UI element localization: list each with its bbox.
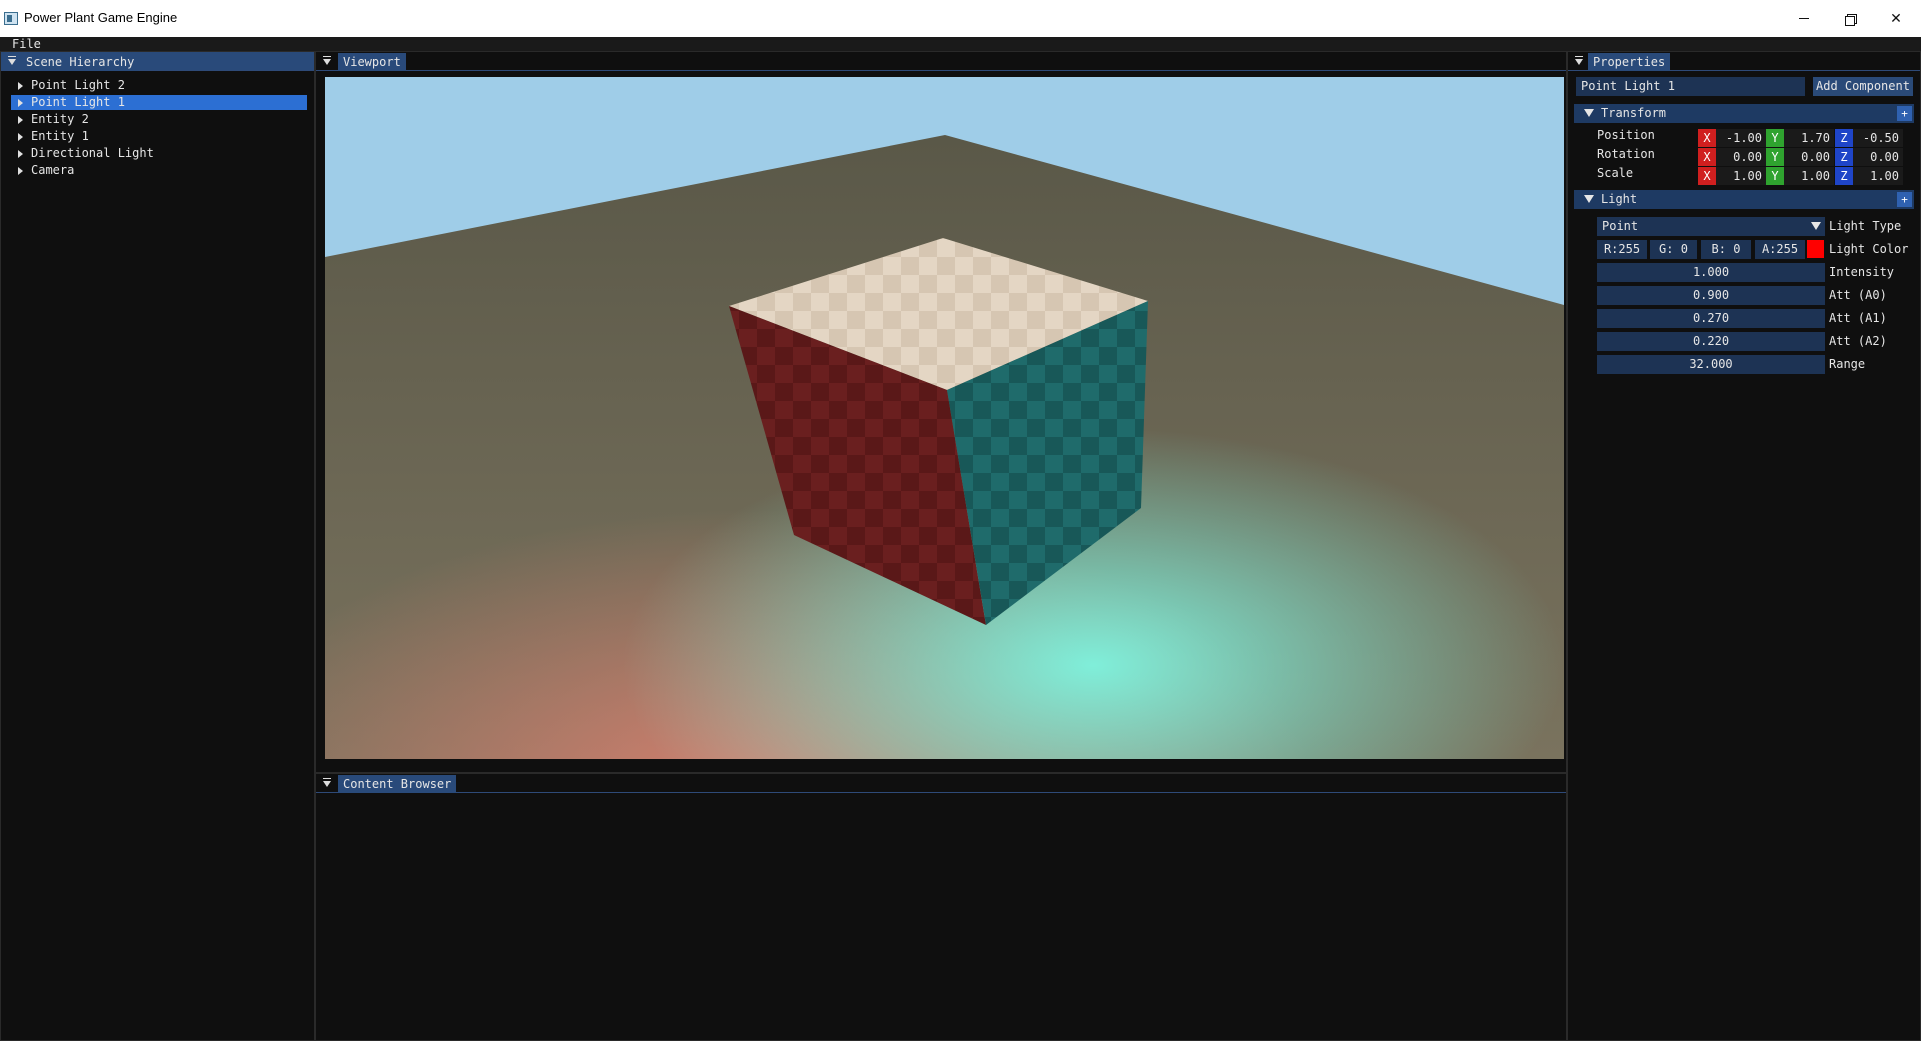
menu-file[interactable]: File [12, 37, 41, 51]
window-title: Power Plant Game Engine [24, 10, 178, 25]
tree-item-label: Camera [31, 163, 75, 177]
z-axis-badge: Z [1835, 129, 1853, 147]
tree-item-label: Point Light 2 [31, 78, 125, 92]
y-axis-badge: Y [1766, 129, 1784, 147]
collapse-icon[interactable] [322, 778, 332, 789]
att-a2-field[interactable]: 0.220 [1597, 332, 1825, 351]
x-axis-badge: X [1698, 129, 1716, 147]
light-title: Light [1601, 192, 1638, 206]
expand-arrow-icon[interactable] [18, 82, 23, 90]
minimize-button[interactable] [1781, 0, 1827, 37]
range-field[interactable]: 32.000 [1597, 355, 1825, 374]
att-a1-field[interactable]: 0.270 [1597, 309, 1825, 328]
rotation-label: Rotation [1597, 147, 1655, 161]
tree-item-label: Directional Light [31, 146, 154, 160]
position-label: Position [1597, 128, 1655, 142]
viewport-panel: Viewport [315, 51, 1567, 773]
rotation-y-field[interactable]: 0.00 [1784, 148, 1834, 166]
collapse-triangle-icon[interactable] [1584, 195, 1594, 203]
content-browser-header: Content Browser [316, 774, 1566, 793]
tree-item-entity-2[interactable]: Entity 2 [11, 112, 307, 127]
light-plus-button[interactable]: + [1897, 192, 1912, 207]
light-color-label: Light Color [1829, 242, 1909, 256]
tab-scene-hierarchy[interactable]: Scene Hierarchy [21, 53, 140, 71]
content-browser-panel: Content Browser [315, 773, 1567, 1041]
scene-hierarchy-header: Scene Hierarchy [1, 52, 314, 71]
app-icon [4, 12, 18, 25]
expand-arrow-icon[interactable] [18, 116, 23, 124]
att-a0-field[interactable]: 0.900 [1597, 286, 1825, 305]
transform-title: Transform [1601, 106, 1667, 120]
range-label: Range [1829, 357, 1866, 371]
tree-item-label: Point Light 1 [31, 95, 125, 109]
scale-y-field[interactable]: 1.00 [1784, 167, 1834, 185]
menu-bar: File [0, 37, 1921, 51]
tree-item-label: Entity 1 [31, 129, 89, 143]
tab-properties[interactable]: Properties [1588, 53, 1671, 71]
collapse-triangle-icon[interactable] [1584, 109, 1594, 117]
light-color-r-field[interactable]: R:255 [1597, 240, 1647, 259]
expand-arrow-icon[interactable] [18, 167, 23, 175]
transform-section-header[interactable]: Transform + [1574, 104, 1914, 123]
z-axis-badge: Z [1835, 167, 1853, 185]
position-y-field[interactable]: 1.70 [1784, 129, 1834, 147]
tab-content-browser[interactable]: Content Browser [338, 775, 457, 793]
position-z-field[interactable]: -0.50 [1853, 129, 1903, 147]
tree-item-entity-1[interactable]: Entity 1 [11, 129, 307, 144]
rotation-x-field[interactable]: 0.00 [1716, 148, 1766, 166]
expand-arrow-icon[interactable] [18, 150, 23, 158]
x-axis-badge: X [1698, 148, 1716, 166]
close-button[interactable]: ✕ [1873, 0, 1919, 37]
scale-x-field[interactable]: 1.00 [1716, 167, 1766, 185]
chevron-down-icon[interactable] [1808, 217, 1825, 236]
tab-viewport[interactable]: Viewport [338, 53, 406, 71]
collapse-icon[interactable] [7, 56, 17, 67]
intensity-label: Intensity [1829, 265, 1895, 279]
minimize-icon [1799, 18, 1809, 19]
x-axis-badge: X [1698, 167, 1716, 185]
tree-item-point-light-1[interactable]: Point Light 1 [11, 95, 307, 110]
z-axis-badge: Z [1835, 148, 1853, 166]
collapse-icon[interactable] [1574, 56, 1584, 67]
collapse-icon[interactable] [322, 56, 332, 67]
light-color-b-field[interactable]: B: 0 [1701, 240, 1751, 259]
restore-icon [1845, 13, 1857, 26]
transform-plus-button[interactable]: + [1897, 106, 1912, 121]
light-type-label: Light Type [1829, 219, 1902, 233]
title-bar: Power Plant Game Engine ✕ [0, 0, 1921, 37]
light-color-swatch[interactable] [1807, 240, 1824, 258]
add-component-button[interactable]: Add Component [1813, 77, 1913, 96]
scene-hierarchy-panel: Scene Hierarchy Point Light 2 Point Ligh… [0, 51, 315, 1041]
tree-item-point-light-2[interactable]: Point Light 2 [11, 78, 307, 93]
tree-item-directional-light[interactable]: Directional Light [11, 146, 307, 161]
att-a1-label: Att (A1) [1829, 311, 1887, 325]
position-x-field[interactable]: -1.00 [1716, 129, 1766, 147]
tree-item-label: Entity 2 [31, 112, 89, 126]
viewport-header: Viewport [316, 52, 1566, 71]
light-type-select[interactable]: Point [1597, 217, 1808, 236]
close-icon: ✕ [1890, 10, 1902, 27]
light-color-g-field[interactable]: G: 0 [1650, 240, 1697, 259]
expand-arrow-icon[interactable] [18, 133, 23, 141]
restore-button[interactable] [1827, 0, 1873, 37]
viewport-scene[interactable] [325, 77, 1564, 759]
y-axis-badge: Y [1766, 167, 1784, 185]
intensity-field[interactable]: 1.000 [1597, 263, 1825, 282]
expand-arrow-icon[interactable] [18, 99, 23, 107]
y-axis-badge: Y [1766, 148, 1784, 166]
tree-item-camera[interactable]: Camera [11, 163, 307, 178]
light-section-header[interactable]: Light + [1574, 190, 1914, 209]
scale-z-field[interactable]: 1.00 [1853, 167, 1903, 185]
scale-label: Scale [1597, 166, 1634, 180]
rotation-z-field[interactable]: 0.00 [1853, 148, 1903, 166]
att-a2-label: Att (A2) [1829, 334, 1887, 348]
properties-header: Properties [1568, 52, 1920, 71]
light-color-a-field[interactable]: A:255 [1755, 240, 1805, 259]
entity-name-field[interactable]: Point Light 1 [1576, 77, 1805, 96]
att-a0-label: Att (A0) [1829, 288, 1887, 302]
